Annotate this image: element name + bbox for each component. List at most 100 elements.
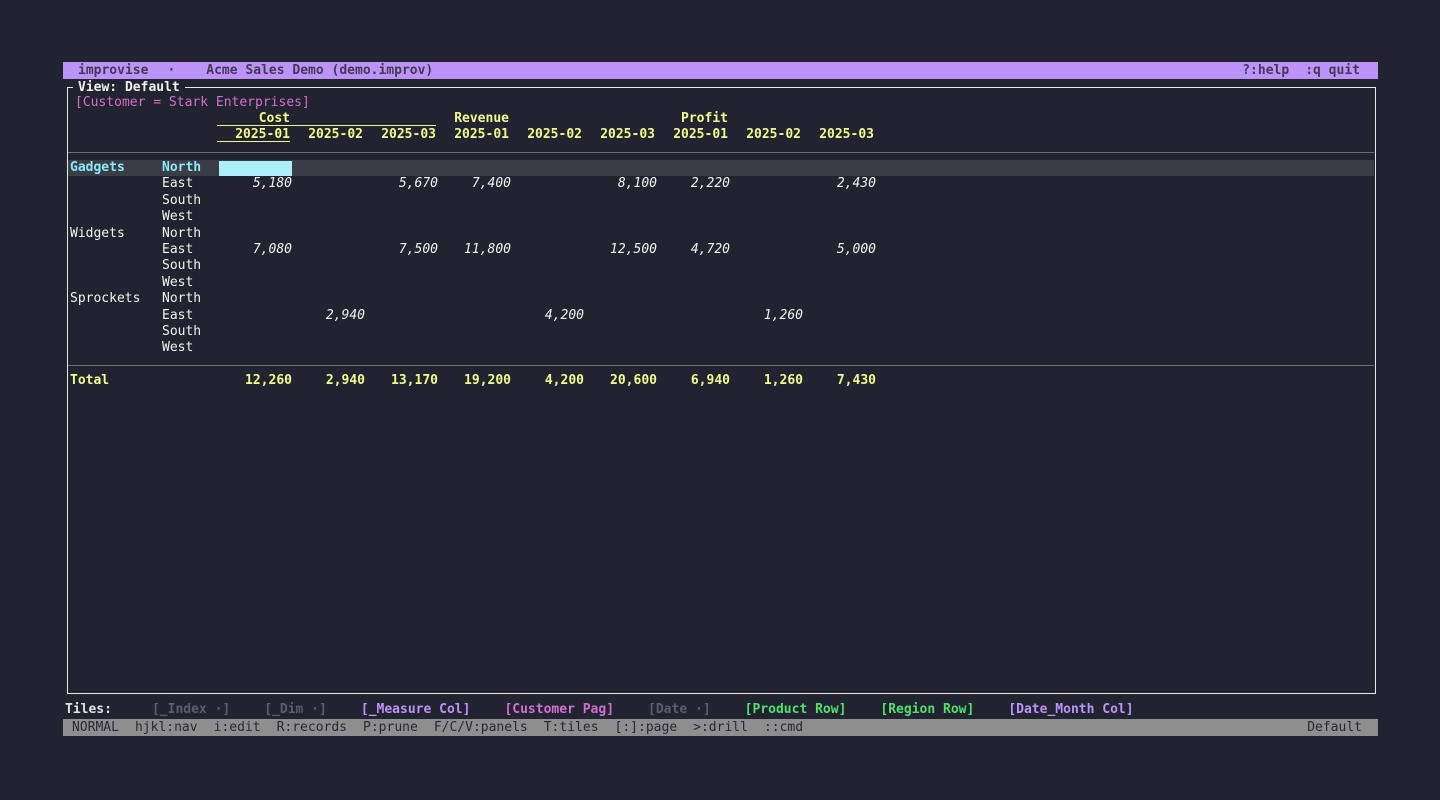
- value-cell[interactable]: [803, 275, 876, 291]
- value-cell[interactable]: [657, 324, 730, 340]
- value-cell[interactable]: 7,400: [438, 176, 511, 192]
- tile-measure[interactable]: [_Measure Col]: [361, 701, 471, 718]
- value-cell[interactable]: 7,500: [365, 242, 438, 258]
- value-cell[interactable]: [219, 291, 292, 307]
- tile-index[interactable]: [_Index ·]: [152, 701, 230, 718]
- value-cell[interactable]: [584, 193, 657, 209]
- value-cell[interactable]: [365, 258, 438, 274]
- value-cell[interactable]: 5,180: [219, 176, 292, 192]
- value-cell[interactable]: [584, 308, 657, 324]
- value-cell[interactable]: [438, 340, 511, 356]
- value-cell[interactable]: [803, 308, 876, 324]
- value-cell[interactable]: [511, 160, 584, 176]
- value-cell[interactable]: [438, 258, 511, 274]
- value-cell[interactable]: [438, 209, 511, 225]
- value-cell[interactable]: [584, 160, 657, 176]
- value-cell[interactable]: [584, 226, 657, 242]
- column-header[interactable]: 2025-02: [290, 127, 363, 142]
- value-cell[interactable]: [657, 160, 730, 176]
- column-header[interactable]: 2025-01: [436, 127, 509, 142]
- value-cell[interactable]: [730, 160, 803, 176]
- value-cell[interactable]: 12,500: [584, 242, 657, 258]
- value-cell[interactable]: [511, 193, 584, 209]
- value-cell[interactable]: [730, 324, 803, 340]
- value-cell[interactable]: [730, 258, 803, 274]
- value-cell[interactable]: [803, 193, 876, 209]
- value-cell[interactable]: 4,720: [657, 242, 730, 258]
- value-cell[interactable]: [365, 340, 438, 356]
- value-cell[interactable]: [438, 160, 511, 176]
- value-cell[interactable]: [219, 209, 292, 225]
- value-cell[interactable]: [511, 258, 584, 274]
- value-cell[interactable]: [511, 242, 584, 258]
- value-cell[interactable]: [219, 275, 292, 291]
- measure-group[interactable]: Profit: [655, 111, 874, 126]
- value-cell[interactable]: [657, 193, 730, 209]
- value-cell[interactable]: [584, 324, 657, 340]
- value-cell[interactable]: [730, 226, 803, 242]
- value-cell[interactable]: [511, 226, 584, 242]
- value-cell[interactable]: 2,220: [657, 176, 730, 192]
- value-cell[interactable]: [219, 340, 292, 356]
- value-cell[interactable]: [292, 176, 365, 192]
- value-cell[interactable]: [730, 275, 803, 291]
- column-header[interactable]: 2025-01: [655, 127, 728, 142]
- value-cell[interactable]: [219, 258, 292, 274]
- value-cell[interactable]: 2,430: [803, 176, 876, 192]
- value-cell[interactable]: [803, 324, 876, 340]
- tile-date-month[interactable]: [Date_Month Col]: [1008, 701, 1133, 718]
- value-cell[interactable]: [219, 324, 292, 340]
- value-cell[interactable]: [438, 308, 511, 324]
- value-cell[interactable]: [657, 209, 730, 225]
- value-cell[interactable]: 5,000: [803, 242, 876, 258]
- column-header[interactable]: 2025-02: [728, 127, 801, 142]
- value-cell[interactable]: [730, 209, 803, 225]
- value-cell[interactable]: [584, 291, 657, 307]
- value-cell[interactable]: [365, 308, 438, 324]
- value-cell[interactable]: [292, 258, 365, 274]
- value-cell[interactable]: [365, 275, 438, 291]
- value-cell[interactable]: [292, 209, 365, 225]
- value-cell[interactable]: [511, 291, 584, 307]
- tile-date[interactable]: [Date ·]: [648, 701, 711, 718]
- value-cell[interactable]: [803, 291, 876, 307]
- value-cell[interactable]: [730, 291, 803, 307]
- value-cell[interactable]: [584, 275, 657, 291]
- value-cell[interactable]: [657, 258, 730, 274]
- value-cell[interactable]: [803, 258, 876, 274]
- column-header[interactable]: 2025-01: [217, 127, 290, 142]
- value-cell[interactable]: [730, 340, 803, 356]
- value-cell[interactable]: [365, 291, 438, 307]
- value-cell[interactable]: [584, 340, 657, 356]
- value-cell[interactable]: [438, 324, 511, 340]
- filter-chip[interactable]: [Customer = Stark Enterprises]: [75, 94, 310, 111]
- value-cell[interactable]: 1,260: [730, 308, 803, 324]
- value-cell[interactable]: [219, 308, 292, 324]
- value-cell[interactable]: 8,100: [584, 176, 657, 192]
- value-cell[interactable]: [365, 324, 438, 340]
- column-header[interactable]: 2025-03: [801, 127, 874, 142]
- value-cell[interactable]: [438, 291, 511, 307]
- value-cell[interactable]: [292, 340, 365, 356]
- value-cell[interactable]: [438, 226, 511, 242]
- value-cell[interactable]: [511, 340, 584, 356]
- value-cell[interactable]: [438, 275, 511, 291]
- value-cell[interactable]: [584, 209, 657, 225]
- value-cell[interactable]: [730, 193, 803, 209]
- value-cell[interactable]: [803, 340, 876, 356]
- measure-group[interactable]: Revenue: [436, 111, 655, 126]
- value-cell[interactable]: [438, 193, 511, 209]
- value-cell[interactable]: [657, 340, 730, 356]
- tile-region[interactable]: [Region Row]: [880, 701, 974, 718]
- value-cell[interactable]: 11,800: [438, 242, 511, 258]
- value-cell[interactable]: 2,940: [292, 308, 365, 324]
- value-cell[interactable]: [219, 226, 292, 242]
- value-cell[interactable]: [292, 324, 365, 340]
- value-cell[interactable]: [292, 193, 365, 209]
- value-cell[interactable]: [365, 193, 438, 209]
- value-cell[interactable]: [803, 160, 876, 176]
- value-cell[interactable]: [292, 275, 365, 291]
- value-cell[interactable]: [292, 226, 365, 242]
- value-cell[interactable]: [511, 324, 584, 340]
- value-cell[interactable]: [292, 160, 365, 176]
